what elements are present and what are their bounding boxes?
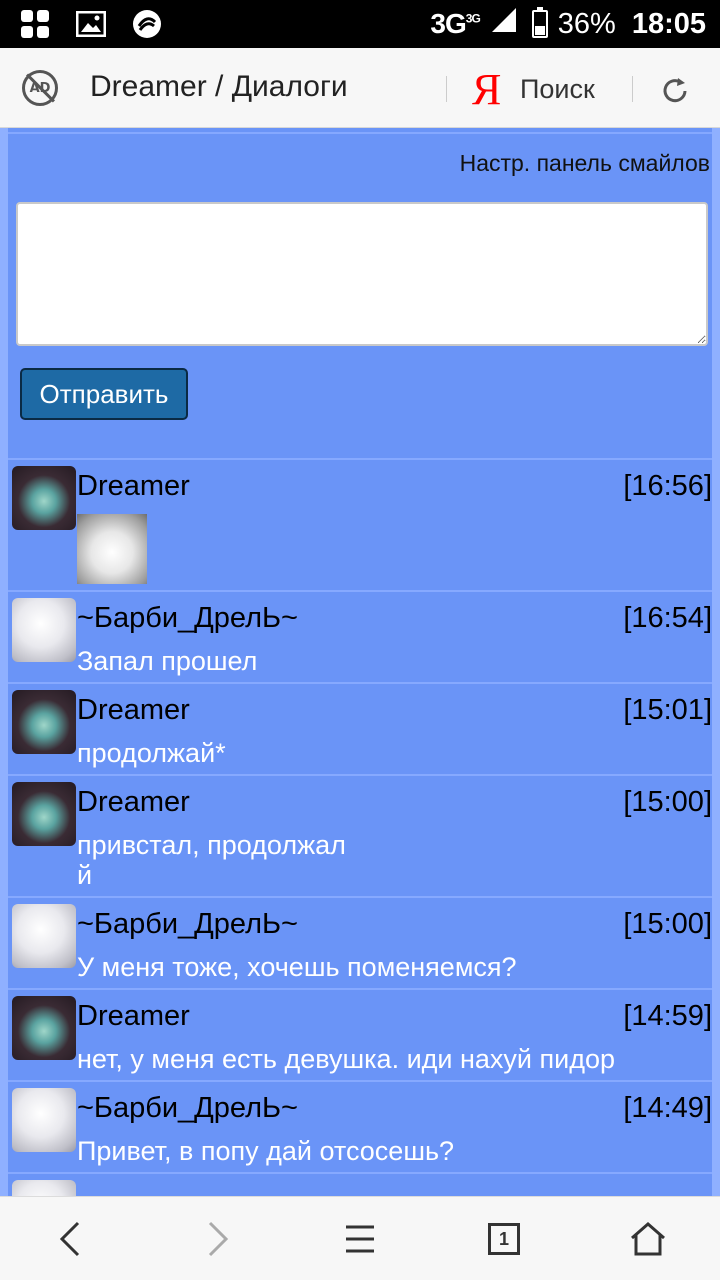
app-notification-icon	[18, 8, 52, 40]
message-author[interactable]: Dreamer	[77, 786, 190, 819]
message-item	[8, 1172, 712, 1196]
message-time: [14:59]	[623, 1000, 712, 1032]
message-author[interactable]: ~Барби_ДрелЬ~	[77, 1092, 298, 1125]
status-bar: 3G3G 36% 18:05	[0, 0, 720, 48]
tab-count: 1	[488, 1223, 520, 1255]
browser-bottom-nav: 1	[0, 1196, 720, 1280]
avatar[interactable]	[12, 1088, 76, 1152]
avatar[interactable]	[12, 690, 76, 754]
adblock-icon[interactable]: AD	[22, 70, 58, 106]
battery-percent: 36%	[557, 7, 616, 40]
message-item: ~Барби_ДрелЬ~ [15:00] У меня тоже, хочеш…	[8, 896, 712, 988]
image-notification-icon	[74, 8, 108, 40]
message-time: [15:00]	[623, 908, 712, 940]
signal-icon	[490, 6, 518, 42]
message-item: Dreamer [16:56]	[8, 458, 712, 590]
search-button[interactable]: Поиск	[520, 74, 595, 105]
sticker-image	[77, 514, 147, 584]
send-button[interactable]: Отправить	[20, 368, 188, 420]
forward-icon[interactable]	[188, 1215, 248, 1263]
message-time: [16:56]	[623, 470, 712, 502]
message-time: [15:00]	[623, 786, 712, 818]
divider	[632, 76, 633, 102]
message-time: [14:49]	[623, 1092, 712, 1124]
avatar[interactable]	[12, 904, 76, 968]
page-title[interactable]: Dreamer / Диалоги	[90, 70, 348, 104]
message-author[interactable]: ~Барби_ДрелЬ~	[77, 908, 298, 941]
smiles-settings-link[interactable]: Настр. панель смайлов	[460, 150, 710, 177]
avatar[interactable]	[12, 1180, 76, 1196]
message-item: ~Барби_ДрелЬ~ [14:49] Привет, в попу дай…	[8, 1080, 712, 1172]
yandex-logo-icon[interactable]: Я	[472, 64, 501, 115]
divider	[8, 128, 712, 134]
message-author[interactable]: Dreamer	[77, 694, 190, 727]
back-icon[interactable]	[40, 1215, 100, 1263]
message-item: Dreamer [15:01] продолжай*	[8, 682, 712, 774]
message-time: [15:01]	[623, 694, 712, 726]
network-indicator: 3G3G	[430, 8, 480, 39]
message-time: [16:54]	[623, 602, 712, 634]
avatar[interactable]	[12, 598, 76, 662]
page-content: Настр. панель смайлов Отправить Dreamer …	[0, 128, 720, 1196]
avatar[interactable]	[12, 782, 76, 846]
message-item: ~Барби_ДрелЬ~ [16:54] Запал прошел	[8, 590, 712, 682]
home-icon[interactable]	[618, 1215, 678, 1263]
reload-icon[interactable]	[660, 76, 690, 106]
message-author[interactable]: Dreamer	[77, 1000, 190, 1033]
sync-notification-icon	[130, 8, 164, 40]
avatar[interactable]	[12, 466, 76, 530]
battery-icon	[531, 7, 548, 38]
message-input[interactable]	[16, 202, 708, 346]
message-item: Dreamer [14:59] нет, у меня есть девушка…	[8, 988, 712, 1080]
message-list: Dreamer [16:56] ~Барби_ДрелЬ~ [16:54] За…	[8, 458, 712, 1196]
message-author[interactable]: Dreamer	[77, 470, 190, 503]
message-author[interactable]: ~Барби_ДрелЬ~	[77, 602, 298, 635]
avatar[interactable]	[12, 996, 76, 1060]
clock: 18:05	[631, 7, 706, 40]
divider	[446, 76, 447, 102]
menu-icon[interactable]	[330, 1215, 390, 1263]
tabs-button[interactable]: 1	[474, 1215, 534, 1263]
message-item: Dreamer [15:00] привстал, продолжал й	[8, 774, 712, 896]
browser-toolbar: AD Dreamer / Диалоги Я Поиск	[0, 48, 720, 128]
